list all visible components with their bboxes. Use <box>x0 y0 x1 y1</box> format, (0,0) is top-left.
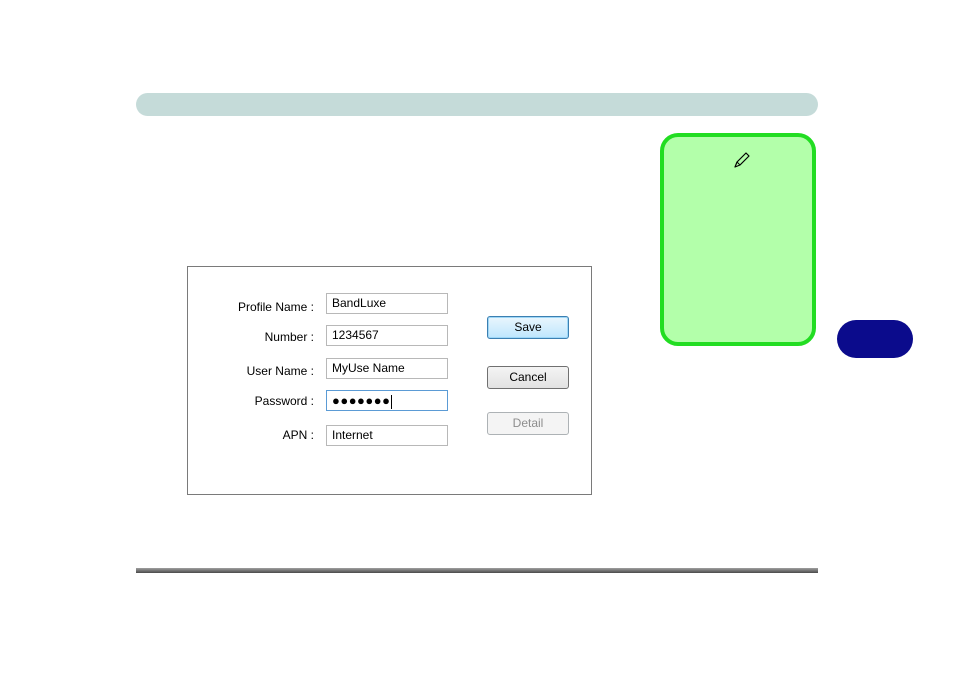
profile-dialog: Profile Name : BandLuxe Number : 1234567… <box>187 266 592 495</box>
profile-name-label: Profile Name : <box>237 300 314 314</box>
number-label: Number : <box>264 330 314 344</box>
user-name-label: User Name : <box>246 364 314 378</box>
pencil-icon <box>734 152 750 168</box>
apn-label: APN : <box>282 428 314 442</box>
user-name-input[interactable]: MyUse Name <box>326 358 448 379</box>
footer-rule <box>136 568 818 573</box>
text-caret <box>391 394 393 409</box>
password-mask: ●●●●●●● <box>332 393 391 408</box>
header-bar <box>136 93 818 116</box>
cancel-button[interactable]: Cancel <box>487 366 569 389</box>
detail-button[interactable]: Detail <box>487 412 569 435</box>
number-input[interactable]: 1234567 <box>326 325 448 346</box>
password-label: Password : <box>254 394 314 408</box>
password-input[interactable]: ●●●●●●● <box>326 390 448 411</box>
save-button[interactable]: Save <box>487 316 569 339</box>
profile-name-input[interactable]: BandLuxe <box>326 293 448 314</box>
apn-input[interactable]: Internet <box>326 425 448 446</box>
chapter-tab <box>837 320 913 358</box>
note-box <box>660 133 816 346</box>
